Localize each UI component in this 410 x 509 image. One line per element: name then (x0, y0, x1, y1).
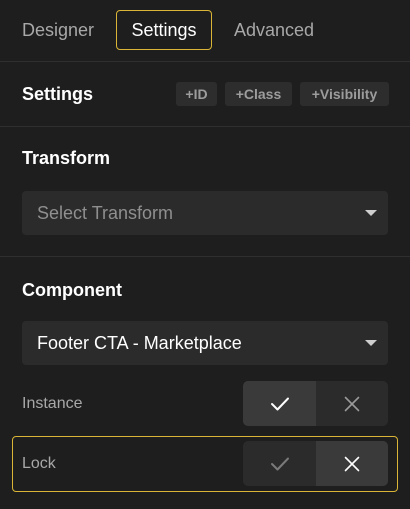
instance-toggle (243, 381, 388, 426)
section-divider (0, 126, 410, 127)
chevron-down-icon (365, 210, 377, 216)
transform-heading: Transform (22, 148, 111, 168)
instance-label: Instance (22, 395, 83, 412)
transform-select-placeholder: Select Transform (37, 203, 174, 223)
instance-yes-button[interactable] (243, 381, 316, 426)
add-id-button[interactable]: +ID (176, 82, 217, 106)
transform-select[interactable]: Select Transform (22, 191, 388, 235)
check-icon (270, 397, 289, 410)
lock-label: Lock (22, 455, 56, 472)
component-heading: Component (22, 280, 122, 300)
component-select-value: Footer CTA - Marketplace (37, 333, 242, 353)
section-divider (0, 256, 410, 257)
close-icon (344, 396, 360, 411)
component-select[interactable]: Footer CTA - Marketplace (22, 321, 388, 365)
add-class-button[interactable]: +Class (225, 82, 292, 106)
tab-settings[interactable]: Settings (116, 10, 212, 50)
lock-no-button[interactable] (316, 441, 388, 486)
close-icon (344, 456, 360, 471)
settings-heading: Settings (22, 84, 94, 104)
add-visibility-button[interactable]: +Visibility (300, 82, 389, 106)
instance-no-button[interactable] (316, 381, 388, 426)
panel-tabs: Designer Settings Advanced (0, 0, 410, 62)
check-icon (270, 457, 289, 470)
tab-advanced[interactable]: Advanced (222, 10, 326, 50)
lock-yes-button[interactable] (243, 441, 316, 486)
chevron-down-icon (365, 340, 377, 346)
tab-designer[interactable]: Designer (8, 10, 108, 50)
lock-toggle (243, 441, 388, 486)
